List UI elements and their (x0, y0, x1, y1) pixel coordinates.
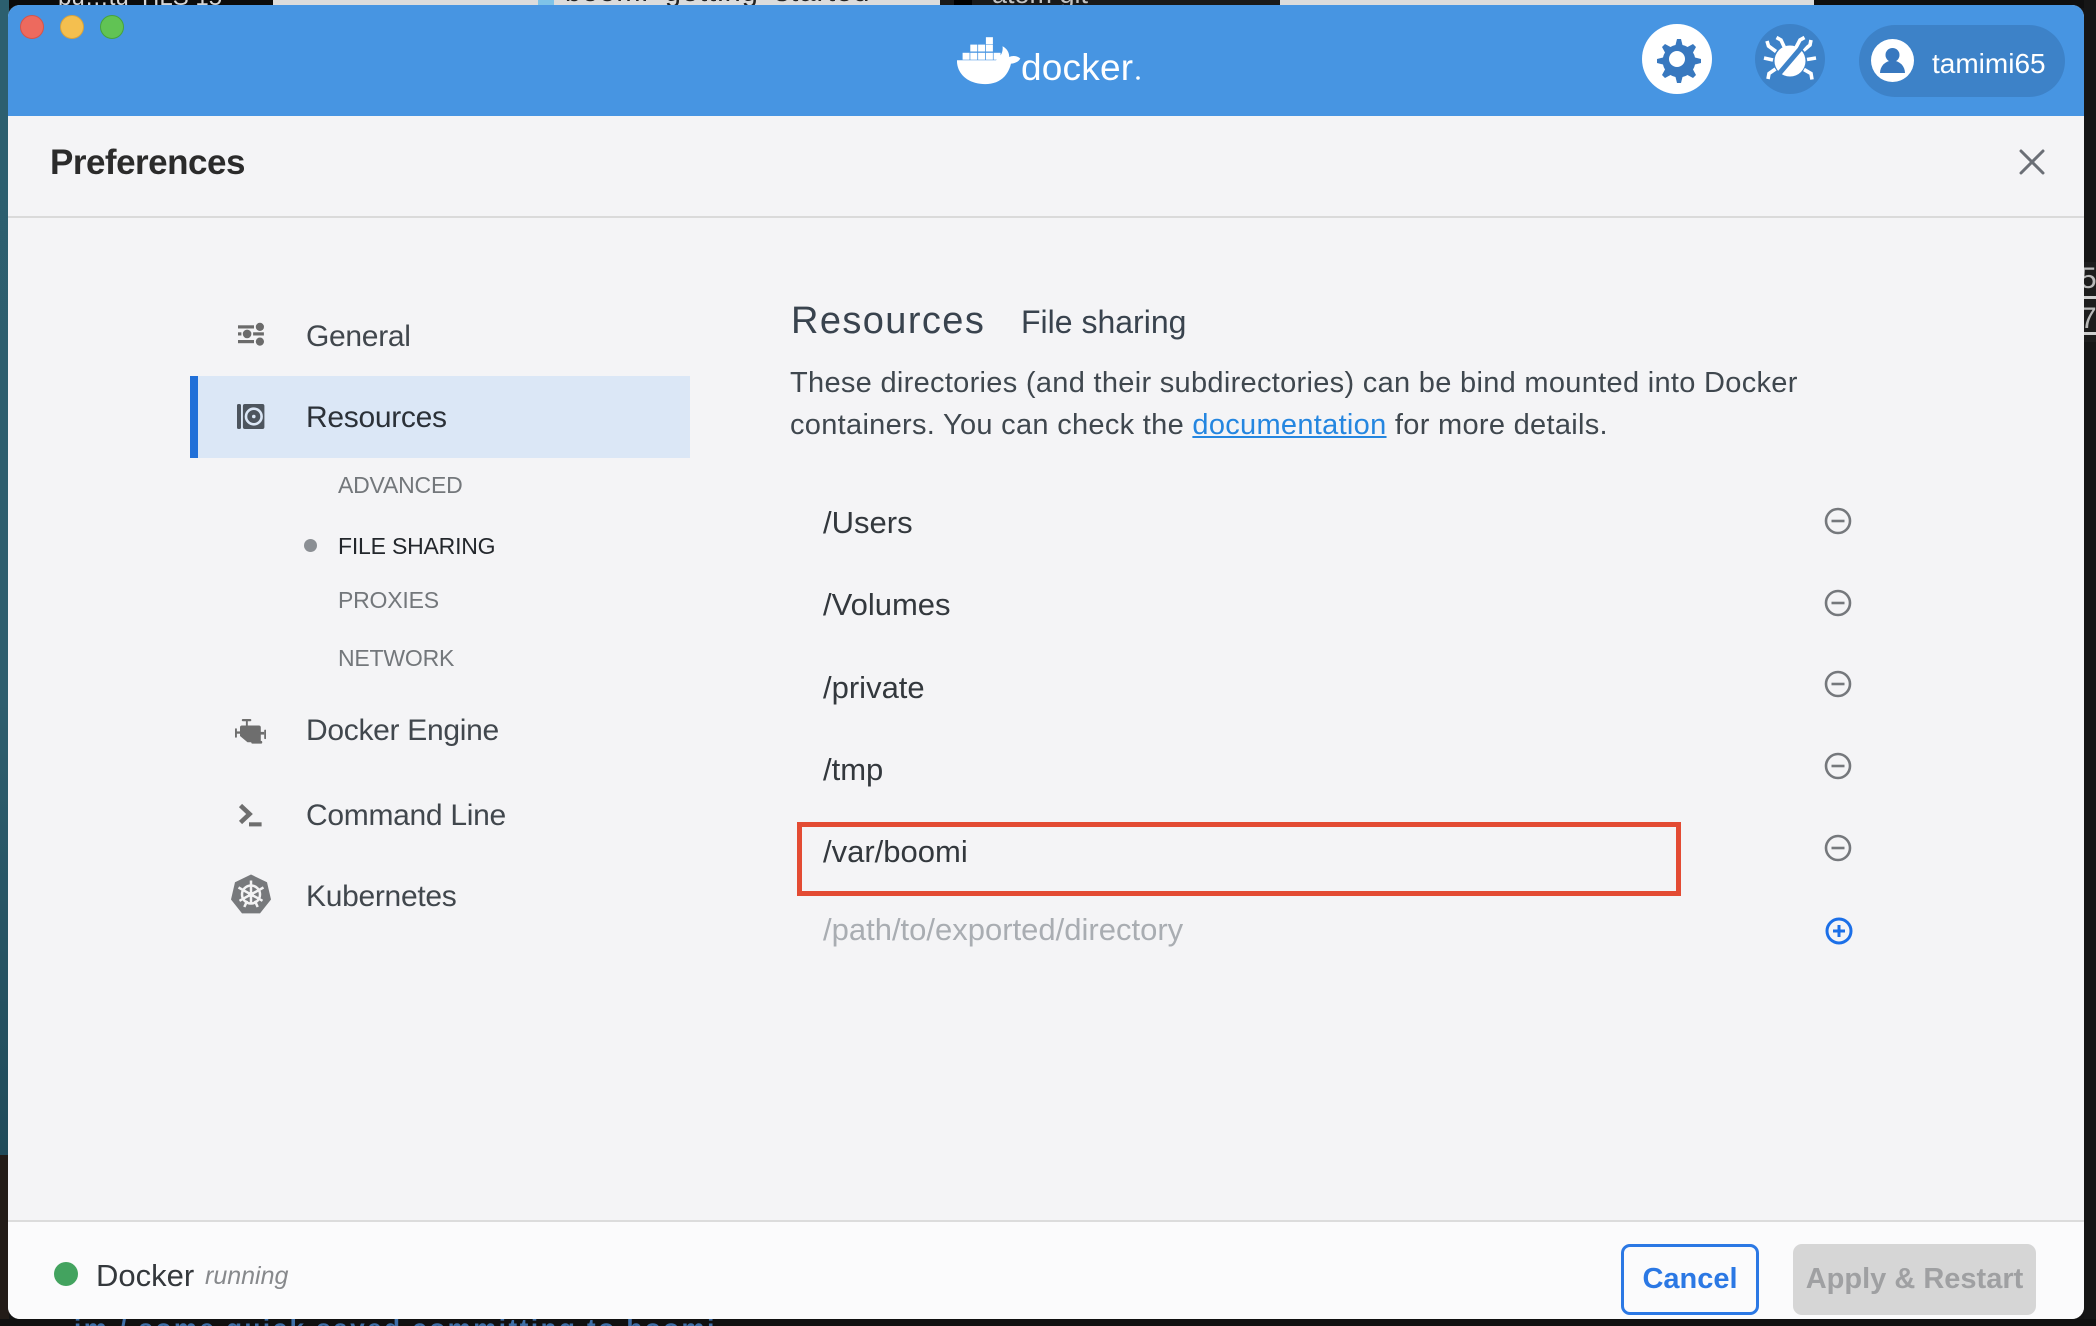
svg-text:docker: docker (1021, 47, 1133, 88)
